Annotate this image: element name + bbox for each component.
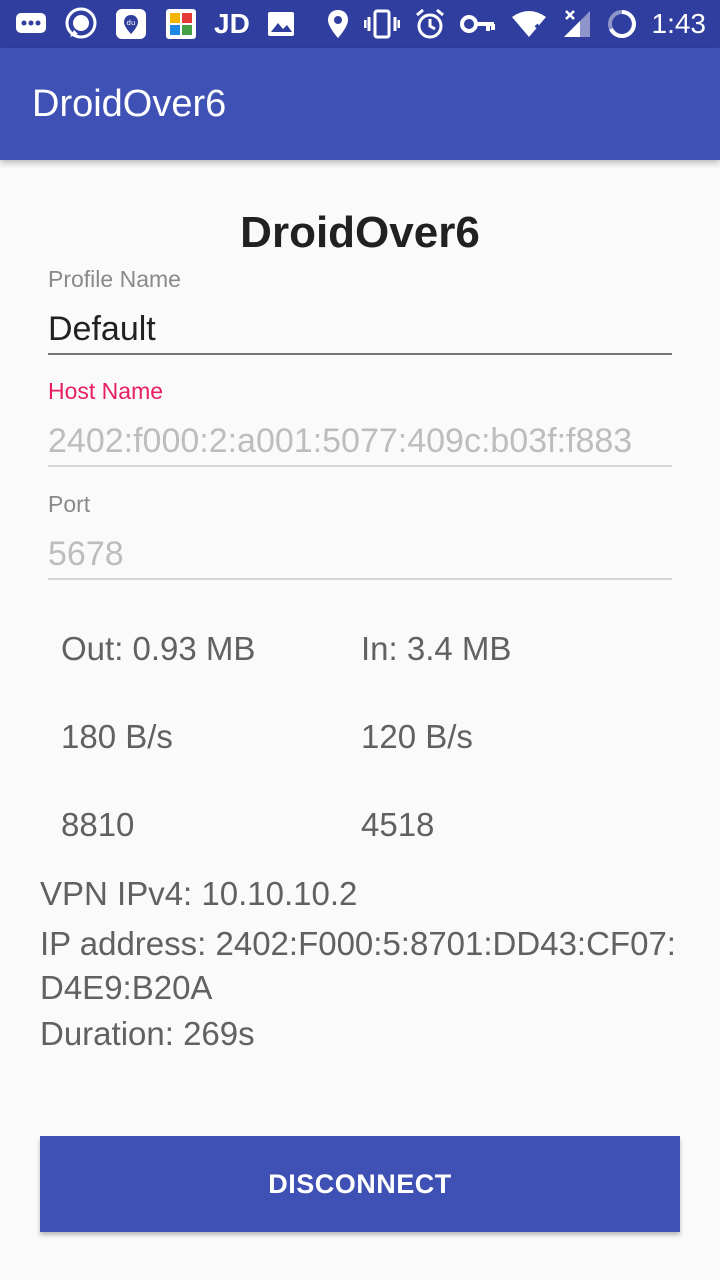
port-label: Port [48, 491, 91, 517]
gallery-app-icon [164, 7, 198, 41]
host-name-label: Host Name [48, 378, 164, 404]
app-bar: DroidOver6 [0, 48, 720, 160]
in-total: In: 3.4 MB [361, 630, 512, 667]
du-map-icon: du [114, 7, 148, 41]
out-total: Out: 0.93 MB [61, 630, 256, 667]
main-content: DroidOver6 Profile Name Default Host Nam… [0, 160, 720, 1280]
signal-icon [562, 9, 592, 39]
notification-icons: du JD [14, 7, 326, 41]
messenger-icon [64, 7, 98, 41]
page-title: DroidOver6 [240, 208, 480, 257]
profile-name-field: Profile Name Default [48, 266, 672, 355]
alarm-icon [414, 8, 446, 40]
out-packets: 8810 [61, 806, 135, 843]
out-rate: 180 B/s [61, 718, 173, 755]
port-field: Port 5678 [48, 491, 672, 580]
status-bar: du JD 1:43 [0, 0, 720, 48]
app-title: DroidOver6 [32, 82, 227, 125]
image-icon [266, 9, 296, 39]
battery-charging-icon [606, 8, 638, 40]
in-rate: 120 B/s [361, 718, 473, 755]
disconnect-button[interactable]: DISCONNECT [40, 1136, 680, 1232]
vpn-ipv4: VPN IPv4: 10.10.10.2 [40, 875, 358, 912]
host-name-field: Host Name 2402:f000:2:a001:5077:409c:b03… [48, 378, 672, 467]
profile-name-input[interactable]: Default [48, 303, 672, 355]
in-packets: 4518 [361, 806, 435, 843]
vibrate-icon [363, 9, 400, 39]
profile-name-label: Profile Name [48, 266, 181, 292]
ip-address: IP address: 2402:F000:5:8701:DD43:CF07:D… [40, 925, 676, 1006]
vpn-key-icon [459, 13, 496, 35]
wifi-icon [510, 9, 548, 39]
location-icon [326, 8, 350, 40]
chat-bubble-icon [14, 9, 48, 39]
duration: Duration: 269s [40, 1015, 255, 1052]
port-input[interactable]: 5678 [48, 528, 672, 580]
jd-icon: JD [214, 8, 250, 39]
host-name-input[interactable]: 2402:f000:2:a001:5077:409c:b03f:f883 [48, 415, 672, 467]
system-icons: 1:43 [326, 8, 707, 40]
svg-text:du: du [127, 19, 136, 27]
clock: 1:43 [651, 8, 707, 39]
